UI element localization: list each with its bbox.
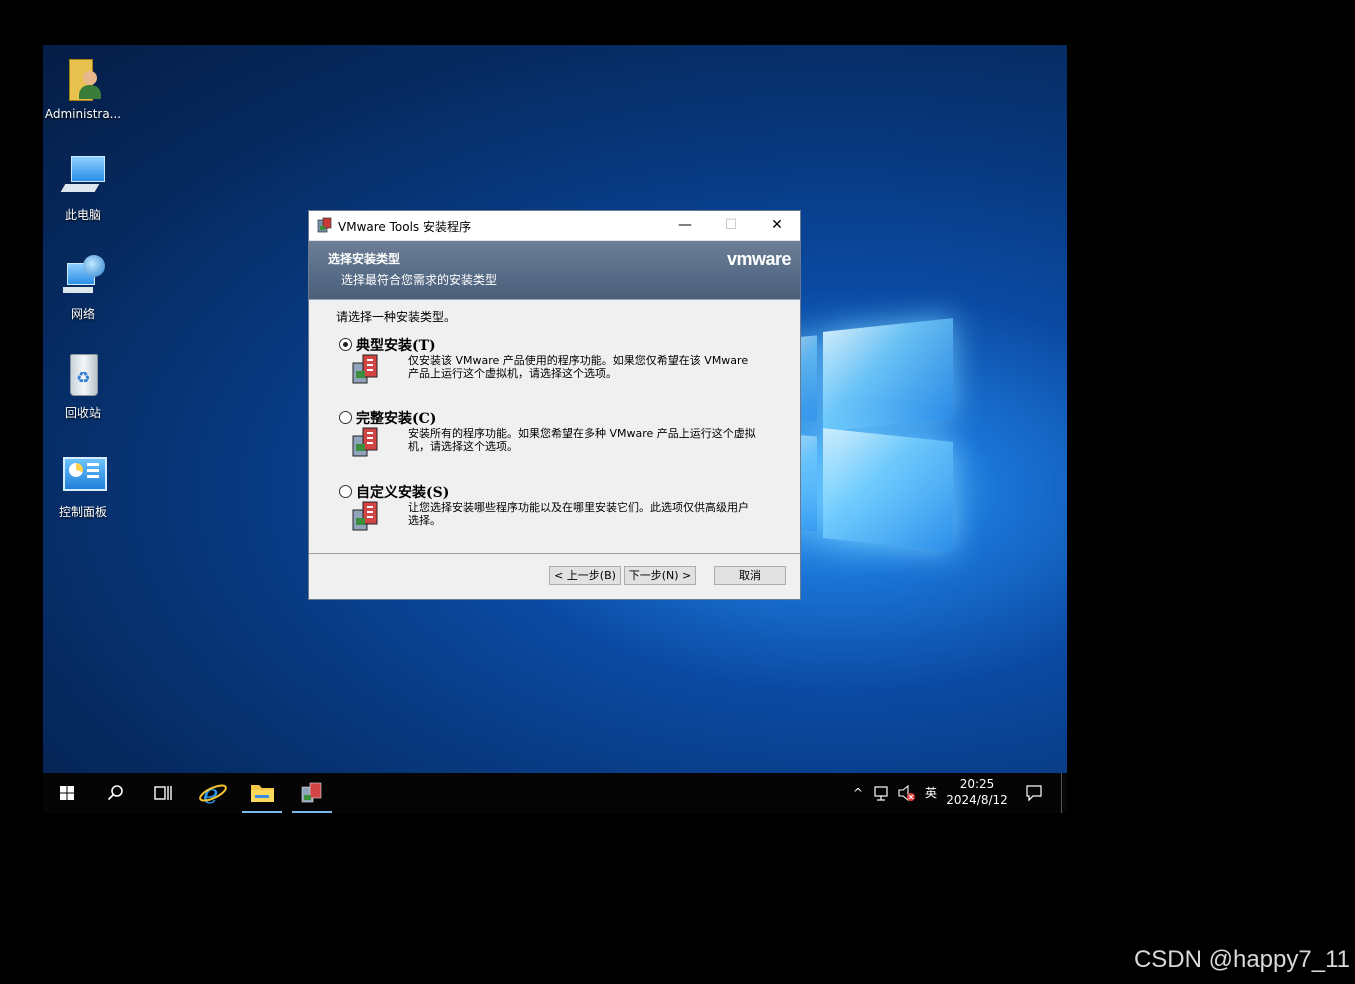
- clock-time: 20:25: [959, 777, 995, 791]
- instruction-text: 请选择一种安装类型。: [336, 310, 457, 324]
- option-description: 仅安装该 VMware 产品使用的程序功能。如果您仅希望在该 VMware 产品…: [408, 354, 749, 380]
- recycle-bin-icon: ♻: [59, 352, 107, 400]
- option-description: 让您选择安装哪些程序功能以及在哪里安装它们。此选项仅供高级用户选择。: [408, 501, 749, 527]
- file-explorer-button[interactable]: [240, 773, 284, 813]
- network-tray-icon[interactable]: [872, 773, 892, 813]
- back-button[interactable]: < 上一步(B): [549, 566, 621, 585]
- internet-explorer-icon: e: [199, 780, 227, 810]
- dialog-content: 请选择一种安装类型。 典型安装(T) 仅安装该 VMware 产品使用的程序功能…: [309, 299, 800, 553]
- option-title[interactable]: 典型安装(T): [356, 335, 436, 355]
- show-desktop-divider[interactable]: [1061, 773, 1062, 813]
- install-package-icon: [349, 500, 383, 532]
- folder-icon: [251, 785, 274, 802]
- windows-start-icon: [60, 786, 74, 800]
- banner-heading: 选择安装类型: [328, 252, 401, 266]
- installer-icon: [301, 782, 322, 803]
- header-banner: 选择安装类型 选择最符合您需求的安装类型 vmware: [309, 241, 800, 299]
- radio-custom[interactable]: [339, 485, 352, 498]
- install-package-icon: [349, 426, 383, 458]
- desktop-icon-label: 回收站: [64, 406, 101, 420]
- radio-typical[interactable]: [339, 338, 352, 351]
- option-title[interactable]: 完整安装(C): [356, 408, 436, 428]
- watermark-text: CSDN @happy7_11: [1133, 946, 1350, 973]
- action-center-button[interactable]: [1023, 773, 1045, 813]
- search-icon: [107, 785, 123, 801]
- dialog-footer: < 上一步(B) 下一步(N) > 取消: [309, 553, 800, 600]
- close-button[interactable]: ✕: [754, 211, 800, 240]
- cancel-button[interactable]: 取消: [714, 566, 786, 585]
- clock-date: 2024/8/12: [946, 793, 1008, 807]
- vmware-logo: vmware: [726, 249, 792, 269]
- radio-complete[interactable]: [339, 411, 352, 424]
- vmware-tools-installer-dialog: VMware Tools 安装程序 — ☐ ✕ 选择安装类型 选择最符合您需求的…: [308, 210, 801, 600]
- desktop-icon-label: Administra...: [44, 107, 122, 121]
- desktop-icon-label: 控制面板: [58, 505, 107, 519]
- maximize-button[interactable]: ☐: [708, 211, 754, 240]
- installer-icon: [317, 217, 333, 233]
- minimize-button[interactable]: —: [662, 211, 708, 240]
- show-hidden-icons-chevron-icon[interactable]: ^: [848, 773, 868, 813]
- desktop-icon-network[interactable]: 网络: [43, 253, 123, 322]
- network-icon: [59, 253, 107, 301]
- volume-muted-tray-icon[interactable]: [896, 773, 918, 813]
- notification-icon: [1026, 785, 1042, 802]
- desktop-icon-control-panel[interactable]: 控制面板: [43, 451, 123, 520]
- svg-text:e: e: [203, 780, 218, 810]
- option-description: 安装所有的程序功能。如果您希望在多种 VMware 产品上运行这个虚拟机，请选择…: [408, 427, 756, 453]
- install-package-icon: [349, 353, 383, 385]
- desktop-icon-recycle-bin[interactable]: ♻ 回收站: [43, 352, 123, 421]
- taskbar: e ^ 英 20:25 2024/8/12: [43, 773, 1067, 813]
- start-button[interactable]: [45, 773, 89, 813]
- desktop-icon-administrator[interactable]: Administra...: [43, 55, 123, 121]
- input-method-indicator[interactable]: 英: [921, 773, 941, 813]
- task-view-button[interactable]: [141, 773, 185, 813]
- task-view-icon: [154, 786, 172, 800]
- search-button[interactable]: [93, 773, 137, 813]
- clock[interactable]: 20:25 2024/8/12: [941, 773, 1013, 813]
- internet-explorer-button[interactable]: e: [191, 773, 235, 813]
- desktop-icon-this-pc[interactable]: 此电脑: [43, 154, 123, 223]
- banner-subheading: 选择最符合您需求的安装类型: [341, 273, 498, 287]
- desktop-icon-label: 此电脑: [64, 208, 101, 222]
- title-bar[interactable]: VMware Tools 安装程序 — ☐ ✕: [309, 211, 800, 241]
- vmware-installer-taskbar-button[interactable]: [290, 773, 334, 813]
- option-title[interactable]: 自定义安装(S): [356, 482, 449, 502]
- desktop-icon-label: 网络: [70, 307, 95, 321]
- window-title: VMware Tools 安装程序: [338, 220, 471, 234]
- computer-icon: [59, 154, 107, 202]
- control-panel-icon: [59, 451, 107, 499]
- user-folder-icon: [59, 55, 107, 103]
- next-button[interactable]: 下一步(N) >: [624, 566, 696, 585]
